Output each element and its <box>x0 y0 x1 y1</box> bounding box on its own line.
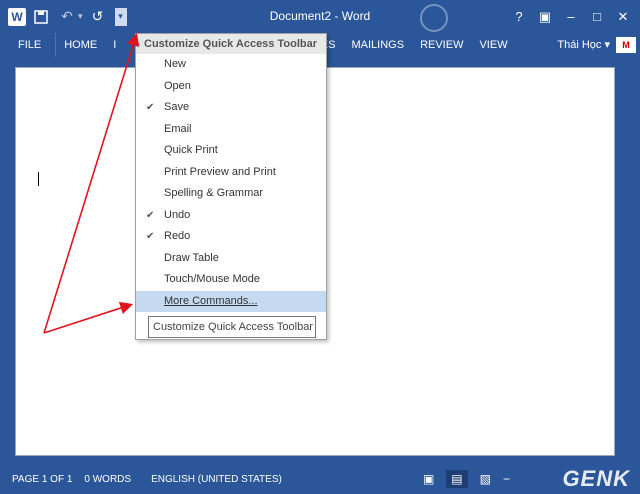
menu-item-more-commands[interactable]: More Commands... <box>136 290 326 312</box>
status-bar: PAGE 1 OF 1 0 WORDS ENGLISH (UNITED STAT… <box>0 464 640 494</box>
menu-item-quick-print[interactable]: Quick Print <box>136 140 326 162</box>
view-buttons: ▣ ▤ ▧ − <box>423 464 510 494</box>
menu-item-undo[interactable]: ✔ Undo <box>136 205 326 227</box>
check-icon: ✔ <box>146 102 155 113</box>
language[interactable]: ENGLISH (UNITED STATES) <box>151 474 282 485</box>
user-account[interactable]: Thái Học ▾ <box>557 33 610 57</box>
menu-header: Customize Quick Access Toolbar <box>136 34 326 54</box>
tab-home[interactable]: HOME <box>56 33 105 57</box>
text-cursor <box>38 172 39 186</box>
word-count[interactable]: 0 WORDS <box>84 474 131 485</box>
check-icon: ✔ <box>146 231 155 242</box>
read-mode-icon[interactable]: ▣ <box>423 472 434 486</box>
avatar[interactable]: M <box>616 37 636 53</box>
web-layout-icon[interactable]: ▧ <box>480 472 491 486</box>
window-controls: ? ▣ – □ ✕ <box>506 0 636 33</box>
menu-item-spelling[interactable]: Spelling & Grammar <box>136 183 326 205</box>
menu-item-print-preview[interactable]: Print Preview and Print <box>136 162 326 184</box>
tab-view[interactable]: VIEW <box>471 33 515 57</box>
customize-qat-menu: Customize Quick Access Toolbar New Open … <box>135 33 327 340</box>
minimize-button[interactable]: – <box>558 9 584 24</box>
tab-insert[interactable]: I <box>105 33 124 57</box>
menu-item-save[interactable]: ✔ Save <box>136 97 326 119</box>
print-layout-icon[interactable]: ▤ <box>446 470 468 488</box>
menu-item-email[interactable]: Email <box>136 119 326 141</box>
tab-file[interactable]: FILE <box>4 33 57 57</box>
zoom-out-icon[interactable]: − <box>503 472 510 486</box>
tab-mailings[interactable]: MAILINGS <box>343 33 412 57</box>
help-button[interactable]: ? <box>506 9 532 24</box>
title-bar: W ↶ ▾ ↺ ▾ Document2 - Word ? ▣ – □ ✕ <box>0 0 640 33</box>
menu-item-draw-table[interactable]: Draw Table <box>136 248 326 270</box>
ribbon-display-options-button[interactable]: ▣ <box>532 9 558 25</box>
maximize-button[interactable]: □ <box>584 9 610 24</box>
menu-item-touch-mouse[interactable]: Touch/Mouse Mode <box>136 269 326 291</box>
check-icon: ✔ <box>146 209 155 221</box>
user-name: Thái Học <box>557 39 602 51</box>
user-caret-icon: ▾ <box>604 39 610 51</box>
tab-review[interactable]: REVIEW <box>412 33 471 57</box>
menu-item-open[interactable]: Open <box>136 76 326 98</box>
page-count[interactable]: PAGE 1 OF 1 <box>12 474 72 485</box>
menu-item-new[interactable]: New <box>136 54 326 76</box>
watermark-logo: GENK <box>562 466 630 491</box>
close-button[interactable]: ✕ <box>610 9 636 25</box>
tooltip: Customize Quick Access Toolbar <box>148 316 316 338</box>
menu-item-redo[interactable]: ✔ Redo <box>136 226 326 248</box>
